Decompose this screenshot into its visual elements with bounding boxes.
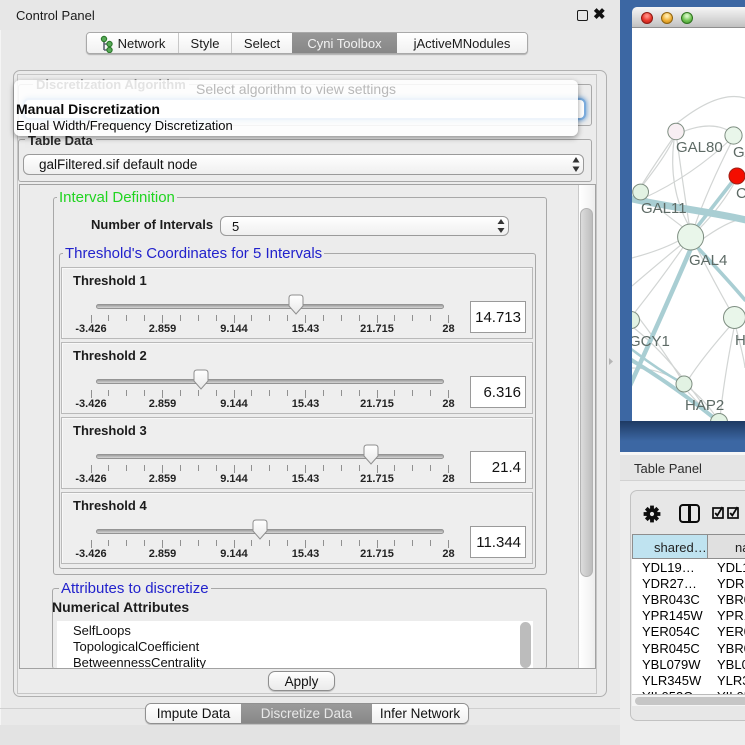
svg-text:C: C [736, 185, 745, 202]
svg-text:GA: GA [733, 144, 745, 161]
svg-text:GCY1: GCY1 [632, 333, 670, 350]
svg-text:GAL4: GAL4 [689, 252, 727, 269]
svg-text:GAL11: GAL11 [641, 200, 687, 217]
svg-text:HAP2: HAP2 [685, 397, 724, 414]
svg-text:GAL80: GAL80 [676, 139, 723, 156]
svg-text:H: H [735, 332, 745, 349]
